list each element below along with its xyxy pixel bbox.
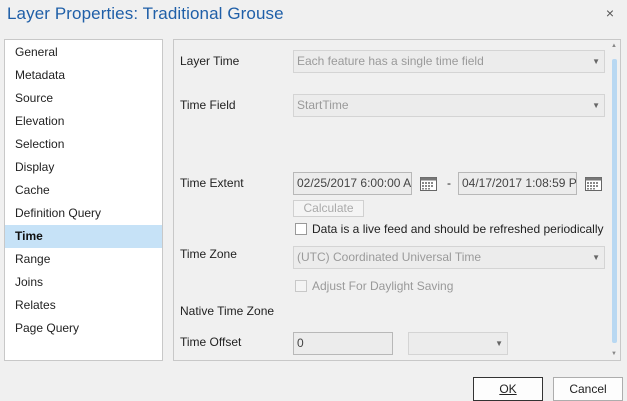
time-field-dropdown[interactable]: StartTime ▼ xyxy=(293,94,605,117)
end-time-input[interactable]: 04/17/2017 1:08:59 PM xyxy=(458,172,577,195)
sidebar-item-page-query[interactable]: Page Query xyxy=(5,317,162,340)
chevron-down-icon: ▼ xyxy=(592,253,600,262)
cancel-button[interactable]: Cancel xyxy=(553,377,623,401)
time-offset-unit-dropdown[interactable]: ▼ xyxy=(408,332,508,355)
layer-time-value: Each feature has a single time field xyxy=(297,54,484,68)
sidebar-item-range[interactable]: Range xyxy=(5,248,162,271)
sidebar-item-display[interactable]: Display xyxy=(5,156,162,179)
time-offset-input[interactable]: 0 xyxy=(293,332,393,355)
sidebar-list: General Metadata Source Elevation Selection D… xyxy=(5,40,162,340)
time-settings-panel: Layer Time Each feature has a single tim… xyxy=(173,39,621,361)
scroll-thumb[interactable] xyxy=(612,59,617,343)
sidebar-item-time[interactable]: Time xyxy=(5,225,162,248)
sidebar-item-source[interactable]: Source xyxy=(5,87,162,110)
calendar-icon[interactable] xyxy=(420,175,437,191)
time-zone-label: Time Zone xyxy=(180,247,237,261)
scroll-up-icon[interactable]: ▲ xyxy=(610,43,618,49)
ok-button-label: OK xyxy=(499,382,517,396)
sidebar-item-definition-query[interactable]: Definition Query xyxy=(5,202,162,225)
time-extent-label: Time Extent xyxy=(180,176,244,190)
live-feed-label: Data is a live feed and should be refres… xyxy=(312,222,604,236)
chevron-down-icon: ▼ xyxy=(592,57,600,66)
calendar-icon[interactable] xyxy=(585,175,602,191)
sidebar-item-metadata[interactable]: Metadata xyxy=(5,64,162,87)
time-zone-value: (UTC) Coordinated Universal Time xyxy=(297,250,482,264)
native-time-zone-label: Native Time Zone xyxy=(180,304,275,318)
time-field-value: StartTime xyxy=(297,98,349,112)
extent-separator: - xyxy=(447,176,451,190)
sidebar-nav: General Metadata Source Elevation Selection D… xyxy=(4,39,163,361)
sidebar-item-joins[interactable]: Joins xyxy=(5,271,162,294)
time-offset-label: Time Offset xyxy=(180,335,242,349)
chevron-down-icon: ▼ xyxy=(495,339,503,348)
panel-scrollbar[interactable]: ▲ ▼ xyxy=(609,41,619,359)
calculate-button[interactable]: Calculate xyxy=(293,200,364,217)
chevron-down-icon: ▼ xyxy=(592,101,600,110)
start-time-input[interactable]: 02/25/2017 6:00:00 AM xyxy=(293,172,412,195)
time-zone-dropdown[interactable]: (UTC) Coordinated Universal Time ▼ xyxy=(293,246,605,269)
close-icon[interactable]: × xyxy=(602,5,618,21)
live-feed-checkbox[interactable] xyxy=(295,223,307,235)
layer-time-label: Layer Time xyxy=(180,54,240,68)
dialog-title: Layer Properties: Traditional Grouse xyxy=(7,4,284,23)
sidebar-item-relates[interactable]: Relates xyxy=(5,294,162,317)
scroll-down-icon[interactable]: ▼ xyxy=(610,351,618,357)
daylight-saving-checkbox[interactable] xyxy=(295,280,307,292)
sidebar-item-cache[interactable]: Cache xyxy=(5,179,162,202)
ok-button[interactable]: OK xyxy=(473,377,543,401)
sidebar-item-selection[interactable]: Selection xyxy=(5,133,162,156)
layer-time-dropdown[interactable]: Each feature has a single time field ▼ xyxy=(293,50,605,73)
sidebar-item-general[interactable]: General xyxy=(5,41,162,64)
time-field-label: Time Field xyxy=(180,98,236,112)
sidebar-item-elevation[interactable]: Elevation xyxy=(5,110,162,133)
daylight-saving-label: Adjust For Daylight Saving xyxy=(312,279,454,293)
